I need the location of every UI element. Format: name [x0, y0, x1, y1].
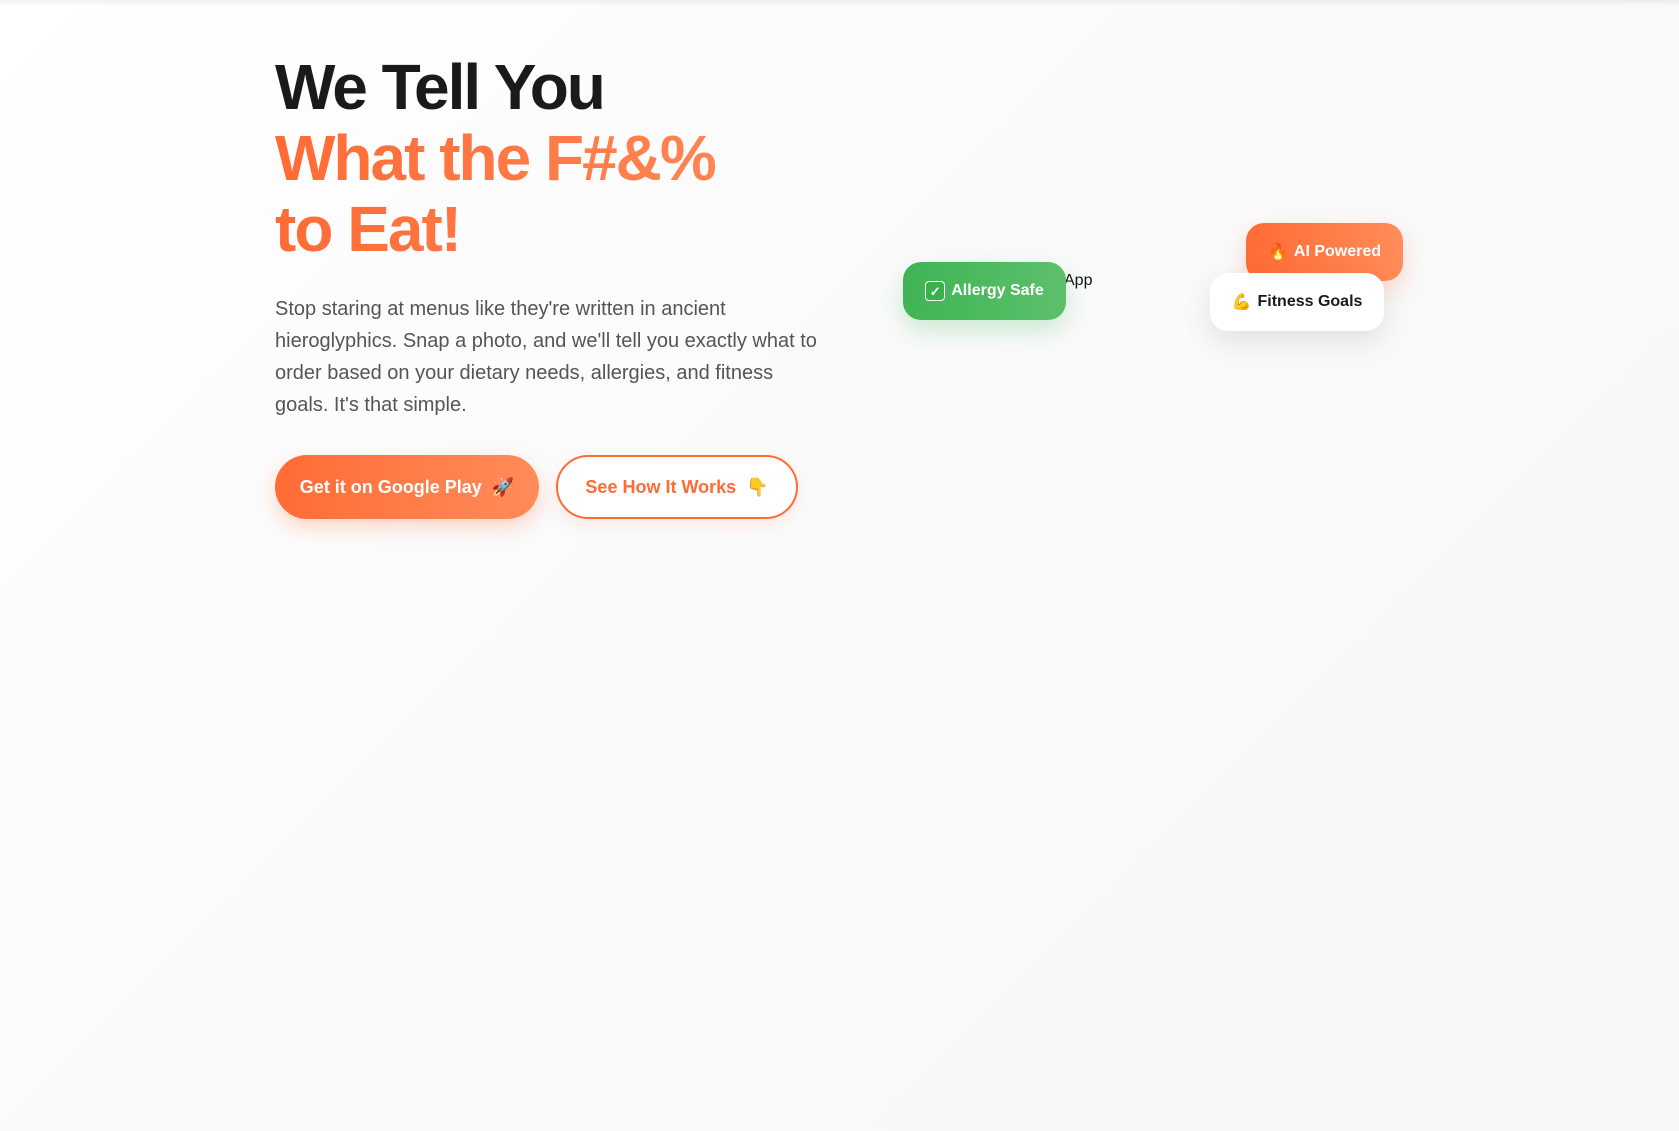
ai-powered-label: AI Powered [1293, 243, 1382, 260]
headline-line-3: to Eat! [275, 194, 835, 265]
cta-row: Get it on Google Play 🚀 See How It Works… [275, 455, 835, 519]
allergy-safe-badge: ✓ Allergy Safe [903, 262, 1066, 320]
hero-visual: App 🔥 AI Powered ✓ Allergy Safe 💪 Fitnes… [0, 0, 1679, 1131]
flexed-biceps-icon: 💪 [1231, 294, 1252, 311]
hero-subtitle: Stop staring at menus like they're writt… [275, 298, 817, 416]
fitness-goals-badge: 💪 Fitness Goals [1210, 273, 1384, 331]
header-shadow [0, 0, 1679, 6]
headline-line-2: What the F#&% [275, 123, 835, 194]
google-play-button-label: Get it on Google Play [299, 476, 482, 497]
rocket-icon: 🚀 [491, 476, 515, 497]
see-how-it-works-label: See How It Works [585, 476, 737, 497]
headline-line-1: We Tell You [275, 51, 606, 123]
google-play-button[interactable]: Get it on Google Play 🚀 [275, 455, 539, 519]
landing-page: We Tell You What the F#&% to Eat! Stop s… [0, 0, 1679, 1131]
hero-headline: We Tell You What the F#&% to Eat! [275, 52, 835, 265]
hero-copy: We Tell You What the F#&% to Eat! Stop s… [275, 52, 835, 519]
fitness-goals-label: Fitness Goals [1257, 293, 1363, 310]
ai-powered-badge: 🔥 AI Powered [1246, 223, 1403, 281]
app-image-alt-text: App [1064, 272, 1093, 289]
check-mark-icon: ✓ [925, 281, 946, 301]
pointing-down-icon: 👇 [746, 476, 769, 497]
see-how-it-works-button[interactable]: See How It Works 👇 [556, 455, 798, 519]
allergy-safe-label: Allergy Safe [951, 282, 1044, 299]
fire-icon: 🔥 [1267, 244, 1288, 261]
